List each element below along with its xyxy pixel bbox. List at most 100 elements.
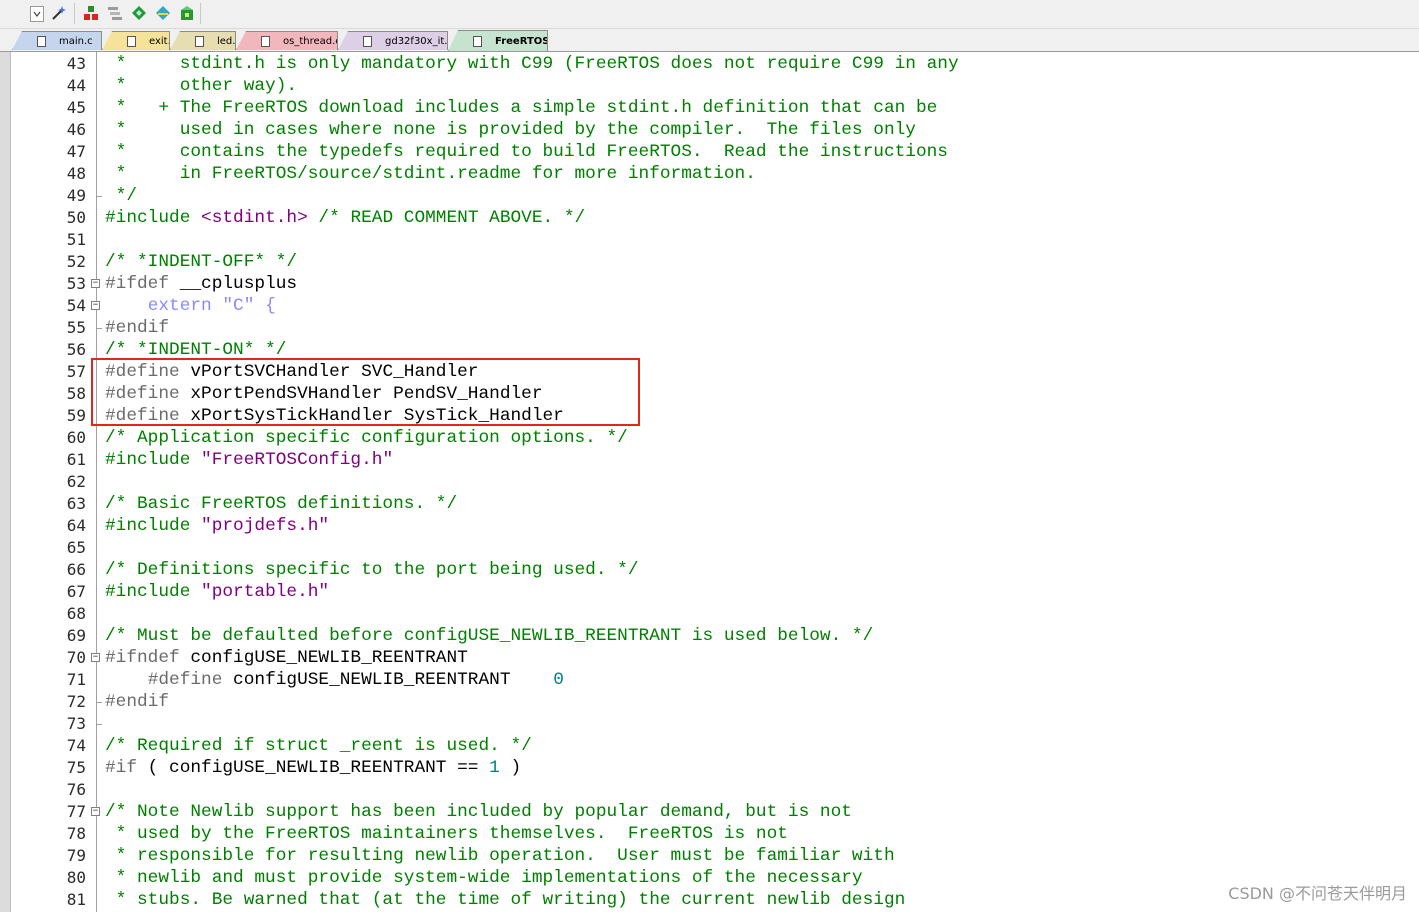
dropdown-icon[interactable] (30, 6, 44, 22)
code-text: * responsible for resulting newlib opera… (105, 845, 895, 867)
toolbar-separator (74, 3, 75, 24)
code-line[interactable]: 75 #if ( configUSE_NEWLIB_REENTRANT == 1 … (0, 757, 1419, 779)
code-line[interactable]: 52 /* *INDENT-OFF* */ (0, 251, 1419, 273)
tab-main-c[interactable]: main.c (12, 31, 102, 50)
tab-exit-c[interactable]: exit.c (102, 31, 170, 50)
watermark: CSDN @不问苍天伴明月 (1228, 880, 1407, 904)
code-line[interactable]: 51 (0, 229, 1419, 251)
code-token-kw: #endif (105, 692, 170, 712)
tab-gd32f30x-it-c[interactable]: gd32f30x_it.c (338, 31, 448, 50)
code-token-kw: #ifndef (105, 648, 180, 668)
file-icon (195, 35, 204, 47)
line-number: 52 (66, 252, 86, 271)
code-line[interactable]: 67 #include "portable.h" (0, 581, 1419, 603)
code-line[interactable]: 77−/* Note Newlib support has been inclu… (0, 801, 1419, 823)
line-number: 71 (66, 670, 86, 689)
code-line[interactable]: 81 * stubs. Be warned that (at the time … (0, 889, 1419, 911)
code-line[interactable]: 79 * responsible for resulting newlib op… (0, 845, 1419, 867)
code-line[interactable]: 44 * other way). (0, 75, 1419, 97)
line-number: 44 (66, 76, 86, 95)
line-number: 76 (66, 780, 86, 799)
tab-label: main.c (59, 35, 93, 47)
code-line[interactable]: 49 */ (0, 185, 1419, 207)
tab-os-thread-c[interactable]: os_thread.c (236, 31, 338, 50)
diamond-icon[interactable] (130, 4, 148, 22)
tab-label: led.c (217, 35, 236, 47)
code-token-str: "portable.h" (201, 582, 330, 602)
code-editor[interactable]: 43 * stdint.h is only mandatory with C99… (0, 52, 1419, 912)
code-text: #endif (105, 317, 169, 339)
code-line[interactable]: 47 * contains the typedefs required to b… (0, 141, 1419, 163)
code-text: * other way). (105, 75, 297, 97)
tab-led-c[interactable]: led.c (170, 31, 236, 50)
code-token-com: /* Definitions specific to the port bein… (105, 560, 639, 580)
translate-icon[interactable] (106, 4, 124, 22)
code-line[interactable]: 72 #endif (0, 691, 1419, 713)
code-token-txt: ) (499, 758, 522, 778)
code-line[interactable]: 63 /* Basic FreeRTOS definitions. */ (0, 493, 1419, 515)
code-text: #ifndef configUSE_NEWLIB_REENTRANT (105, 647, 468, 669)
line-number: 80 (66, 868, 86, 887)
line-number: 81 (66, 890, 86, 909)
code-line[interactable]: 48 * in FreeRTOS/source/stdint.readme fo… (0, 163, 1419, 185)
fold-collapse-icon[interactable]: − (91, 301, 100, 310)
code-text: /* Definitions specific to the port bein… (105, 559, 639, 581)
code-line[interactable]: 45 * + The FreeRTOS download includes a … (0, 97, 1419, 119)
line-number: 56 (66, 340, 86, 359)
code-token-com: /* READ COMMENT ABOVE. */ (307, 208, 586, 228)
code-line[interactable]: 62 (0, 471, 1419, 493)
line-number: 43 (66, 54, 86, 73)
code-line[interactable]: 56 /* *INDENT-ON* */ (0, 339, 1419, 361)
code-line[interactable]: 78 * used by the FreeRTOS maintainers th… (0, 823, 1419, 845)
fold-collapse-icon[interactable]: − (91, 807, 100, 816)
code-line[interactable]: 43 * stdint.h is only mandatory with C99… (0, 53, 1419, 75)
code-token-com: /* Must be defaulted before configUSE_NE… (105, 626, 874, 646)
code-line[interactable]: 76 (0, 779, 1419, 801)
code-text: /* *INDENT-OFF* */ (105, 251, 297, 273)
line-number: 55 (66, 318, 86, 337)
code-line[interactable]: 59 #define xPortSysTickHandler SysTick_Ha… (0, 405, 1419, 427)
code-text: /* Must be defaulted before configUSE_NE… (105, 625, 873, 647)
code-line[interactable]: 53− #ifdef __cplusplus (0, 273, 1419, 295)
code-line[interactable]: 58 #define xPortPendSVHandler PendSV_Hand… (0, 383, 1419, 405)
code-text: #define xPortSysTickHandler SysTick_Hand… (105, 405, 564, 427)
code-token-dir: #include (105, 208, 202, 228)
pack-installer-icon[interactable] (178, 4, 196, 22)
code-line[interactable]: 80 * newlib and must provide system-wide… (0, 867, 1419, 889)
code-token-str: "projdefs.h" (201, 516, 330, 536)
code-line[interactable]: 50 #include <stdint.h> /* READ COMMENT AB… (0, 207, 1419, 229)
code-line[interactable]: 73 (0, 713, 1419, 735)
code-token-txt: ( configUSE_NEWLIB_REENTRANT == (137, 758, 490, 778)
code-line[interactable]: 74 /* Required if struct _reent is used. … (0, 735, 1419, 757)
code-line[interactable]: 70− #ifndef configUSE_NEWLIB_REENTRANT (0, 647, 1419, 669)
magic-wand-icon[interactable] (50, 4, 68, 22)
code-text: #include "projdefs.h" (105, 515, 329, 537)
code-line[interactable]: 69 /* Must be defaulted before configUSE_… (0, 625, 1419, 647)
code-token-kw: #endif (105, 318, 170, 338)
line-number: 72 (66, 692, 86, 711)
code-line[interactable]: 66 /* Definitions specific to the port be… (0, 559, 1419, 581)
code-line[interactable]: 57 #define vPortSVCHandler SVC_Handler (0, 361, 1419, 383)
code-line[interactable]: 55 #endif (0, 317, 1419, 339)
manage-components-icon[interactable] (82, 4, 100, 22)
code-line[interactable]: 65 (0, 537, 1419, 559)
code-text: /* Application specific configuration op… (105, 427, 628, 449)
code-line[interactable]: 71 #define configUSE_NEWLIB_REENTRANT 0 (0, 669, 1419, 691)
code-line[interactable]: 46 * used in cases where none is provide… (0, 119, 1419, 141)
fold-collapse-icon[interactable]: − (91, 279, 100, 288)
fold-collapse-icon[interactable]: − (91, 653, 100, 662)
toolbar (0, 0, 1419, 29)
code-token-kw: #define (105, 406, 180, 426)
code-token-com: /* Required if struct _reent is used. */ (105, 736, 532, 756)
code-line[interactable]: 61 #include "FreeRTOSConfig.h" (0, 449, 1419, 471)
code-line[interactable]: 64 #include "projdefs.h" (0, 515, 1419, 537)
code-text: * contains the typedefs required to buil… (105, 141, 948, 163)
code-line[interactable]: 60 /* Application specific configuration … (0, 427, 1419, 449)
diamond-outline-icon[interactable] (154, 4, 172, 22)
code-line[interactable]: 68 (0, 603, 1419, 625)
code-token-txt: configUSE_NEWLIB_REENTRANT (222, 670, 554, 690)
code-line[interactable]: 54− extern "C" { (0, 295, 1419, 317)
code-token-com: * responsible for resulting newlib opera… (105, 846, 895, 866)
tab-freertos-h[interactable]: FreeRTOS.h (448, 30, 548, 51)
